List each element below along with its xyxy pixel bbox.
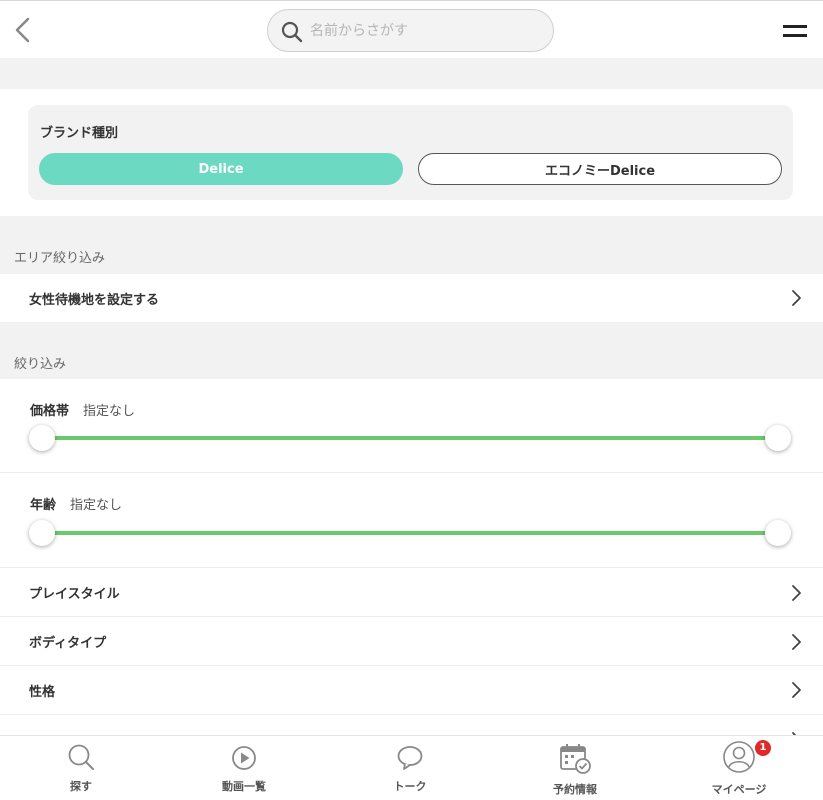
price-slider-max-handle[interactable] (765, 425, 791, 451)
tab-mypage[interactable]: 1 マイページ (679, 736, 799, 800)
calendar-check-icon (560, 744, 591, 774)
chevron-right-icon (792, 290, 801, 306)
price-slider-track[interactable] (42, 436, 778, 440)
area-setting-row[interactable]: 女性待機地を設定する (0, 274, 823, 323)
tab-talk-label: トーク (393, 780, 427, 793)
play-style-label: プレイスタイル (29, 587, 120, 602)
tab-mypage-label: マイページ (711, 783, 767, 796)
brand-section: ブランド種別 Delice エコノミーDelice (0, 89, 823, 216)
tab-videos-label: 動画一覧 (222, 780, 266, 793)
age-value: 指定なし (70, 498, 123, 513)
brand-label: ブランド種別 (40, 126, 119, 141)
age-slider-track[interactable] (42, 531, 778, 535)
personality-row[interactable]: 性格 (0, 666, 823, 715)
price-slider-min-handle[interactable] (29, 425, 55, 451)
tab-search[interactable]: 探す (21, 736, 141, 800)
notification-badge: 1 (755, 740, 771, 756)
tab-talk[interactable]: トーク (350, 736, 470, 800)
search-input[interactable] (310, 21, 540, 41)
bottom-tab-bar: 探す 動画一覧 トーク 予約情報 1 マイページ (0, 735, 823, 800)
search-bar[interactable] (267, 9, 554, 52)
tab-reservations[interactable]: 予約情報 (515, 736, 635, 800)
speech-bubble-icon (397, 746, 423, 770)
chevron-right-icon (792, 585, 801, 601)
brand-box: ブランド種別 Delice エコノミーDelice (28, 105, 793, 200)
brand-option-economy-delice[interactable]: エコノミーDelice (418, 153, 782, 185)
play-icon (232, 746, 256, 770)
top-header (0, 0, 823, 58)
age-slider-min-handle[interactable] (29, 520, 55, 546)
brand-option-delice[interactable]: Delice (39, 153, 403, 185)
price-value: 指定なし (83, 404, 136, 419)
tab-reservations-label: 予約情報 (553, 783, 597, 796)
hamburger-icon (783, 25, 807, 28)
age-slider-max-handle[interactable] (765, 520, 791, 546)
chevron-right-icon (792, 682, 801, 698)
hamburger-icon-line (783, 34, 807, 37)
search-icon (281, 21, 303, 43)
body-type-label: ボディタイプ (29, 636, 107, 651)
age-label: 年齢 指定なし (30, 498, 123, 513)
chevron-left-icon (15, 17, 30, 43)
price-label: 価格帯 指定なし (30, 404, 136, 419)
chevron-right-icon (792, 634, 801, 650)
filter-section-label: 絞り込み (14, 357, 67, 372)
personality-label: 性格 (29, 685, 56, 700)
search-icon (68, 744, 94, 770)
menu-button[interactable] (783, 25, 807, 39)
play-style-row[interactable]: プレイスタイル (0, 568, 823, 617)
tab-videos[interactable]: 動画一覧 (184, 736, 304, 800)
back-button[interactable] (10, 15, 36, 45)
tab-search-label: 探す (70, 780, 92, 793)
area-section-label: エリア絞り込み (14, 251, 106, 266)
user-icon (723, 741, 755, 773)
age-filter-row: 年齢 指定なし (0, 473, 823, 568)
area-setting-label: 女性待機地を設定する (29, 293, 160, 308)
body-type-row[interactable]: ボディタイプ (0, 617, 823, 666)
price-filter-row: 価格帯 指定なし (0, 379, 823, 473)
